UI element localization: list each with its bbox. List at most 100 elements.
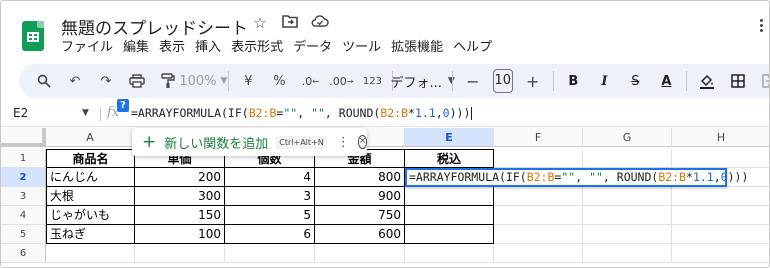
cell-b3[interactable]: 300	[135, 187, 225, 206]
search-menus-icon[interactable]	[33, 68, 55, 94]
bold-button[interactable]: B	[562, 68, 584, 94]
print-icon[interactable]	[126, 68, 148, 94]
row-header-3[interactable]: 3	[1, 187, 46, 206]
cell-g1[interactable]	[583, 149, 672, 168]
menu-file[interactable]: ファイル	[61, 38, 118, 58]
close-icon[interactable]: ×	[357, 135, 368, 149]
column-header-g[interactable]: G	[583, 128, 672, 147]
cell-b6[interactable]	[135, 244, 225, 263]
select-all-corner[interactable]	[1, 128, 46, 147]
cell-h1[interactable]	[672, 149, 769, 168]
cell-e1[interactable]: 税込	[405, 149, 494, 168]
cell-f5[interactable]	[494, 225, 583, 244]
cell-g4[interactable]	[583, 206, 672, 225]
fill-color-icon[interactable]	[696, 68, 718, 94]
font-size-decrease-button[interactable]: −	[462, 68, 484, 94]
font-size-input[interactable]: 10	[492, 69, 513, 93]
cell-g6[interactable]	[583, 244, 672, 263]
paint-format-icon[interactable]	[157, 68, 179, 94]
font-size-increase-button[interactable]: +	[522, 68, 544, 94]
cell-c5[interactable]: 6	[225, 225, 315, 244]
increase-decimal-button[interactable]: .00 →	[329, 68, 353, 94]
cell-d2[interactable]: 800	[315, 168, 405, 187]
cell-g5[interactable]	[583, 225, 672, 244]
cell-a5[interactable]: 玉ねぎ	[46, 225, 135, 244]
menu-extensions[interactable]: 拡張機能	[386, 38, 448, 58]
column-header-a[interactable]: A	[46, 128, 135, 147]
cell-h4[interactable]	[672, 206, 769, 225]
cell-c3[interactable]: 3	[225, 187, 315, 206]
decrease-decimal-button[interactable]: .0 ←	[299, 68, 321, 94]
merge-cells-icon[interactable]	[758, 68, 769, 94]
column-header-f[interactable]: F	[494, 128, 583, 147]
cell-d5[interactable]: 600	[315, 225, 405, 244]
cell-f4[interactable]	[494, 206, 583, 225]
cell-e3[interactable]	[405, 187, 494, 206]
menu-bar: ファイル 編集 表示 挿入 表示形式 データ ツール 拡張機能 ヘルプ	[61, 38, 497, 58]
number-format-button[interactable]: 123	[361, 68, 383, 94]
cell-e4[interactable]	[405, 206, 494, 225]
add-function-chip[interactable]: + 新しい関数を追加 Ctrl+Alt+N ⋮ ×	[132, 128, 368, 156]
menu-tools[interactable]: ツール	[337, 38, 386, 58]
zoom-select[interactable]: 100% ▼	[179, 68, 227, 94]
menu-view[interactable]: 表示	[154, 38, 190, 58]
name-box[interactable]: E2	[13, 106, 28, 120]
menu-help[interactable]: ヘルプ	[448, 38, 497, 58]
font-select[interactable]: デフォ...▼	[390, 68, 454, 94]
italic-button[interactable]: I	[593, 68, 615, 94]
redo-icon[interactable]: ↷	[95, 68, 117, 94]
cell-c6[interactable]	[225, 244, 315, 263]
menu-insert[interactable]: 挿入	[190, 38, 226, 58]
add-function-label[interactable]: 新しい関数を追加	[164, 133, 268, 152]
cell-h5[interactable]	[672, 225, 769, 244]
chevron-down-icon[interactable]: ▼	[82, 108, 89, 118]
formula-input[interactable]: =ARRAYFORMULA(IF(B2:B="", "", ROUND(B2:B…	[131, 106, 473, 120]
more-vert-icon[interactable]: ⋮	[337, 135, 350, 150]
cell-f1[interactable]	[494, 149, 583, 168]
cell-b5[interactable]: 100	[135, 225, 225, 244]
menu-data[interactable]: データ	[288, 38, 337, 58]
row-header-5[interactable]: 5	[1, 225, 46, 244]
cell-f6[interactable]	[494, 244, 583, 263]
cell-e6[interactable]	[405, 244, 494, 263]
cell-g3[interactable]	[583, 187, 672, 206]
cell-d4[interactable]: 750	[315, 206, 405, 225]
cell-a6[interactable]	[46, 244, 135, 263]
star-icon[interactable]: ☆	[251, 14, 269, 32]
row-header-1[interactable]: 1	[1, 149, 46, 168]
row-header-2[interactable]: 2	[1, 168, 46, 187]
cell-d6[interactable]	[315, 244, 405, 263]
column-header-h[interactable]: H	[672, 128, 769, 147]
more-options-icon[interactable]	[760, 19, 763, 33]
row-header-4[interactable]: 4	[1, 206, 46, 225]
cell-e5[interactable]	[405, 225, 494, 244]
cloud-status-icon[interactable]	[311, 14, 329, 32]
cell-a3[interactable]: 大根	[46, 187, 135, 206]
cell-a4[interactable]: じゃがいも	[46, 206, 135, 225]
text-color-button[interactable]: A	[655, 68, 677, 94]
menu-format[interactable]: 表示形式	[226, 38, 288, 58]
currency-format-button[interactable]: ¥	[237, 68, 259, 94]
cell-c2[interactable]: 4	[225, 168, 315, 187]
document-title[interactable]: 無題のスプレッドシート	[61, 14, 248, 39]
undo-icon[interactable]: ↶	[64, 68, 86, 94]
cell-h3[interactable]	[672, 187, 769, 206]
sheets-logo-icon[interactable]	[22, 21, 44, 51]
cell-f3[interactable]	[494, 187, 583, 206]
borders-icon[interactable]	[727, 68, 749, 94]
cell-h6[interactable]	[672, 244, 769, 263]
cell-d3[interactable]: 900	[315, 187, 405, 206]
cell-c4[interactable]: 5	[225, 206, 315, 225]
cell-a1[interactable]: 商品名	[46, 149, 135, 168]
row-header-6[interactable]: 6	[1, 244, 46, 263]
strikethrough-button[interactable]: S	[624, 68, 646, 94]
cell-b4[interactable]: 150	[135, 206, 225, 225]
cell-a2[interactable]: にんじん	[46, 168, 135, 187]
active-cell-editor[interactable]: =ARRAYFORMULA(IF(B2:B="", "", ROUND(B2:B…	[405, 168, 748, 187]
move-to-folder-icon[interactable]	[281, 14, 299, 32]
formula-help-icon[interactable]: ?	[117, 99, 129, 112]
column-header-e[interactable]: E	[405, 128, 494, 147]
percent-format-button[interactable]: %	[268, 68, 290, 94]
cell-b2[interactable]: 200	[135, 168, 225, 187]
menu-edit[interactable]: 編集	[118, 38, 154, 58]
